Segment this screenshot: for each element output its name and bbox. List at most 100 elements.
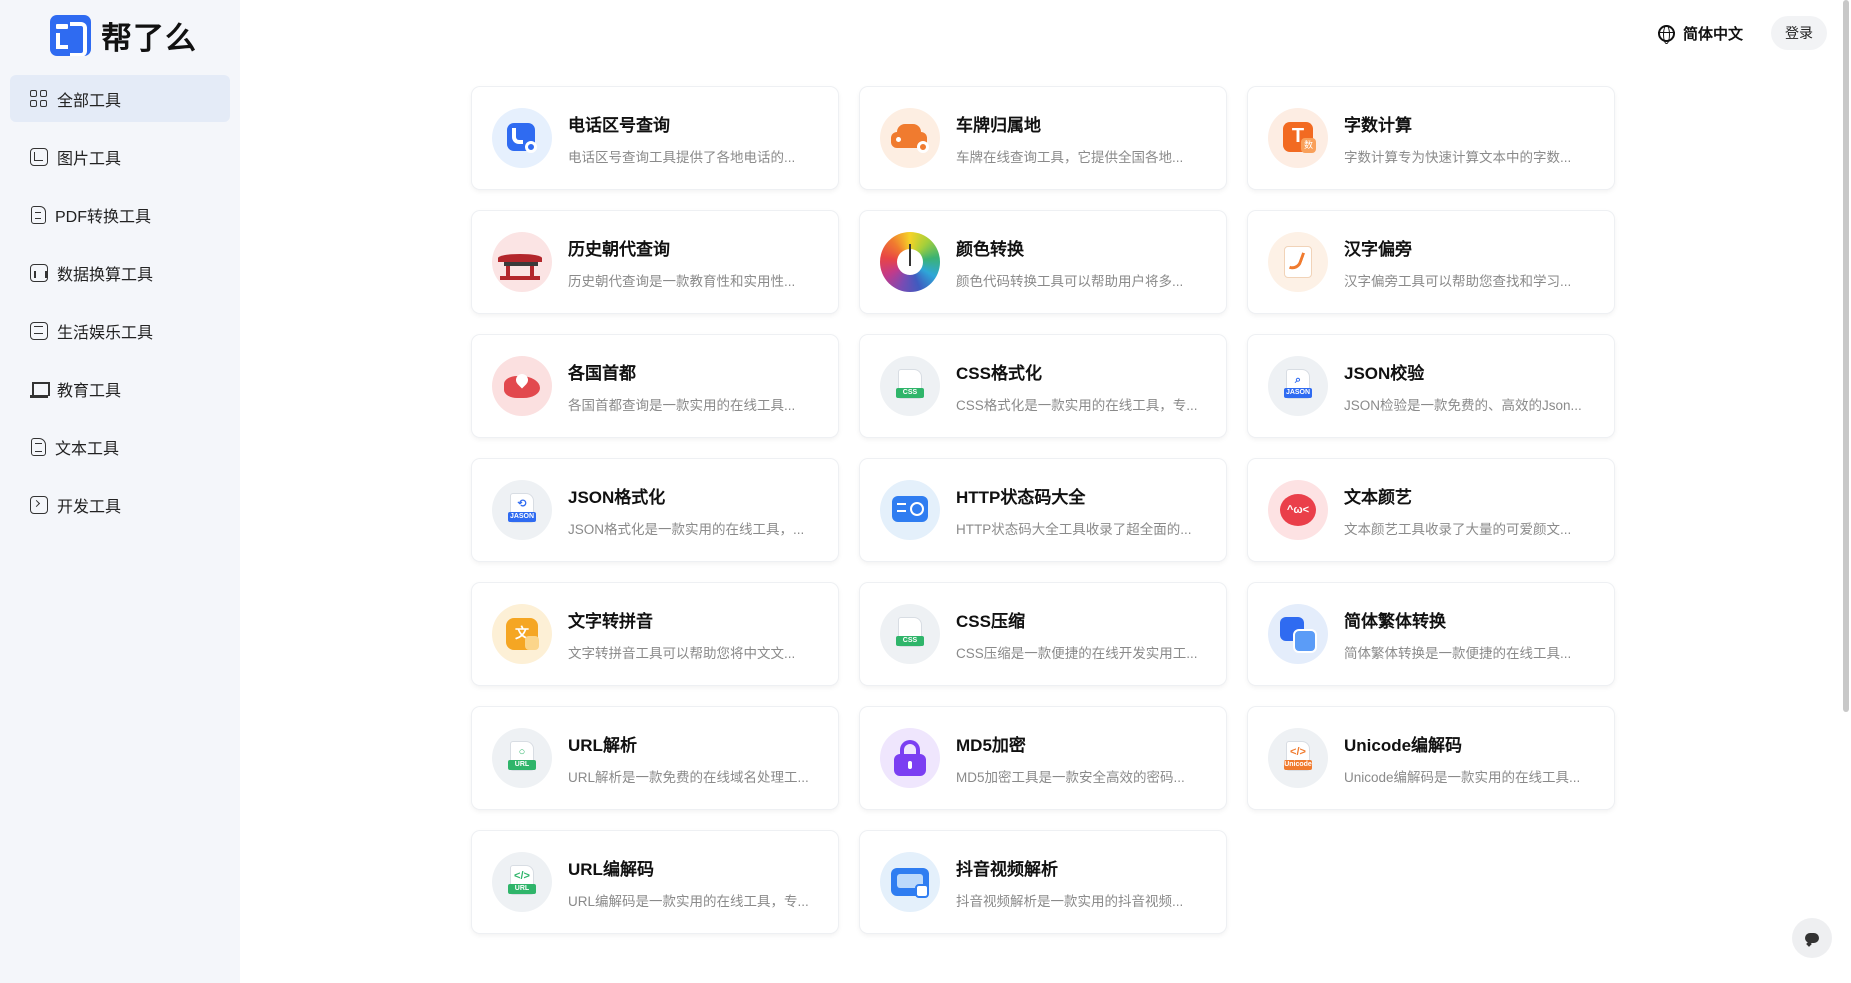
sidebar-item-image-tools[interactable]: 图片工具	[10, 133, 230, 180]
json-search-icon: ⌕ JASON	[1268, 356, 1328, 416]
url-parse-icon: ○ URL	[492, 728, 552, 788]
education-icon	[30, 380, 50, 398]
tool-card[interactable]: 抖音视频解析 抖音视频解析是一款实用的抖音视频...	[860, 831, 1226, 933]
tool-card[interactable]: 简体繁体转换简体繁体转换是一款便捷的在线工具...	[1248, 583, 1614, 685]
tool-title: 简体繁体转换	[1344, 611, 1446, 631]
sidebar-item-data-tools[interactable]: 数据换算工具	[10, 249, 230, 296]
tool-title: 文本颜艺	[1344, 487, 1412, 507]
tool-card[interactable]: 颜色转换 颜色代码转换工具可以帮助用户将多...	[860, 211, 1226, 313]
color-wheel-icon	[880, 232, 940, 292]
grid-icon	[30, 89, 48, 108]
scrollbar-thumb[interactable]	[1843, 0, 1849, 712]
tool-title: Unicode编解码	[1344, 735, 1463, 755]
image-icon	[30, 147, 48, 166]
tool-title: 历史朝代查询	[568, 239, 670, 259]
tool-description: 文本颜艺工具收录了大量的可爱颜文...	[1344, 521, 1572, 537]
tool-description: HTTP状态码大全工具收录了超全面的...	[956, 521, 1192, 537]
tool-card[interactable]: CSS CSS压缩 CSS压缩是一款便捷的在线开发实用工...	[860, 583, 1226, 685]
sidebar: 帮了么 全部工具 图片工具 PDF转换工具 数据换算工具 生活娱乐工具 教育工具	[0, 0, 240, 983]
sidebar-item-pdf-tools[interactable]: PDF转换工具	[10, 191, 230, 238]
sidebar-item-label: 教育工具	[57, 382, 122, 400]
tool-description: 抖音视频解析是一款实用的抖音视频...	[956, 893, 1184, 909]
http-globe-icon	[880, 480, 940, 540]
logo[interactable]: 帮了么	[50, 14, 197, 56]
login-button[interactable]: 登录	[1771, 16, 1827, 50]
tool-card[interactable]: T 数字数计算 字数计算专为快速计算文本中的字数...	[1248, 87, 1614, 189]
chat-bubble-icon	[1805, 933, 1819, 943]
css-compress-icon: CSS	[880, 604, 940, 664]
tool-title: JSON校验	[1344, 363, 1425, 383]
tool-card[interactable]: </> URL URL编解码 URL编解码是一款实用的在线工具，专...	[472, 831, 838, 933]
chat-button[interactable]	[1792, 918, 1832, 958]
sidebar-item-text-tools[interactable]: 文本工具	[10, 423, 230, 470]
tool-title: 汉字偏旁	[1344, 239, 1412, 259]
sidebar-item-education-tools[interactable]: 教育工具	[10, 365, 230, 412]
tool-title: 各国首都	[568, 363, 636, 383]
tool-title: CSS格式化	[956, 363, 1042, 383]
sidebar-item-label: 文本工具	[55, 440, 120, 458]
tool-description: URL编解码是一款实用的在线工具，专...	[568, 893, 809, 909]
tool-description: Unicode编解码是一款实用的在线工具...	[1344, 769, 1581, 785]
language-label: 简体中文	[1682, 25, 1743, 43]
tool-description: JSON检验是一款免费的、高效的Json...	[1344, 397, 1582, 413]
sidebar-item-label: 数据换算工具	[57, 266, 154, 284]
sidebar-item-label: 全部工具	[57, 92, 122, 110]
chart-icon	[30, 263, 48, 282]
tool-description: URL解析是一款免费的在线域名处理工...	[568, 769, 809, 785]
sidebar-item-label: 开发工具	[57, 498, 122, 516]
tool-card[interactable]: ^ω< 文本颜艺文本颜艺工具收录了大量的可爱颜文...	[1248, 459, 1614, 561]
tool-card[interactable]: 文文字转拼音 文字转拼音工具可以帮助您将中文文...	[472, 583, 838, 685]
tool-title: MD5加密	[956, 735, 1026, 755]
terminal-icon	[30, 495, 48, 514]
emoticon-icon: ^ω<	[1268, 480, 1328, 540]
tool-title: CSS压缩	[956, 611, 1025, 631]
tool-card[interactable]: CSS CSS格式化 CSS格式化是一款实用的在线工具，专...	[860, 335, 1226, 437]
tool-card[interactable]: 电话区号查询 电话区号查询工具提供了各地电话的...	[472, 87, 838, 189]
sidebar-item-life-tools[interactable]: 生活娱乐工具	[10, 307, 230, 354]
tool-card[interactable]: ⟲ JASON JSON格式化 JSON格式化是一款实用的在线工具，...	[472, 459, 838, 561]
sidebar-item-dev-tools[interactable]: 开发工具	[10, 481, 230, 528]
radical-icon	[1268, 232, 1328, 292]
entertainment-icon	[30, 321, 48, 340]
tool-card[interactable]: HTTP状态码大全 HTTP状态码大全工具收录了超全面的...	[860, 459, 1226, 561]
tool-description: 简体繁体转换是一款便捷的在线工具...	[1344, 645, 1572, 661]
tool-title: HTTP状态码大全	[956, 487, 1086, 507]
video-parse-icon	[880, 852, 940, 912]
app-name: 帮了么	[101, 20, 197, 56]
tool-card[interactable]: 各国首都 各国首都查询是一款实用的在线工具...	[472, 335, 838, 437]
tool-description: CSS格式化是一款实用的在线工具，专...	[956, 397, 1198, 413]
tool-card[interactable]: 汉字偏旁 汉字偏旁工具可以帮助您查找和学习...	[1248, 211, 1614, 313]
tool-title: URL编解码	[568, 859, 654, 879]
css-file-icon: CSS	[880, 356, 940, 416]
sidebar-item-label: 生活娱乐工具	[57, 324, 154, 342]
tool-description: MD5加密工具是一款安全高效的密码...	[956, 769, 1185, 785]
logo-mark-icon	[50, 14, 91, 56]
tool-grid: 电话区号查询 电话区号查询工具提供了各地电话的... 车牌归属地 车牌在线查询工具，…	[472, 87, 1614, 933]
json-format-icon: ⟲ JASON	[492, 480, 552, 540]
convert-icon	[1268, 604, 1328, 664]
tool-card[interactable]: ○ URL URL解析 URL解析是一款免费的在线域名处理工...	[472, 707, 838, 809]
lock-icon	[880, 728, 940, 788]
car-search-icon	[880, 108, 940, 168]
sidebar-nav: 全部工具 图片工具 PDF转换工具 数据换算工具 生活娱乐工具 教育工具 文本工…	[10, 75, 230, 539]
tool-card[interactable]: MD5加密 MD5加密工具是一款安全高效的密码...	[860, 707, 1226, 809]
tool-title: URL解析	[568, 735, 637, 755]
tool-title: 字数计算	[1344, 115, 1412, 135]
unicode-file-icon: </> Unicode	[1268, 728, 1328, 788]
sidebar-item-label: PDF转换工具	[55, 208, 152, 226]
tool-card[interactable]: 历史朝代查询 历史朝代查询是一款教育性和实用性...	[472, 211, 838, 313]
tool-description: 字数计算专为快速计算文本中的字数...	[1344, 149, 1572, 165]
text-icon	[31, 437, 46, 456]
pinyin-icon: 文	[492, 604, 552, 664]
phone-search-icon	[492, 108, 552, 168]
tool-description: 文字转拼音工具可以帮助您将中文文...	[568, 645, 796, 661]
tool-card[interactable]: ⌕ JASON JSON校验 JSON检验是一款免费的、高效的Json...	[1248, 335, 1614, 437]
url-code-icon: </> URL	[492, 852, 552, 912]
language-switcher[interactable]: 简体中文	[1657, 23, 1743, 44]
tool-card[interactable]: 车牌归属地 车牌在线查询工具，它提供全国各地...	[860, 87, 1226, 189]
scrollbar[interactable]	[1841, 0, 1851, 983]
pdf-icon	[31, 205, 46, 224]
sidebar-item-all-tools[interactable]: 全部工具	[10, 75, 230, 122]
tool-card[interactable]: </> Unicode Unicode编解码 Unicode编解码是一款实用的在线工具…	[1248, 707, 1614, 809]
tool-description: 电话区号查询工具提供了各地电话的...	[568, 149, 796, 165]
